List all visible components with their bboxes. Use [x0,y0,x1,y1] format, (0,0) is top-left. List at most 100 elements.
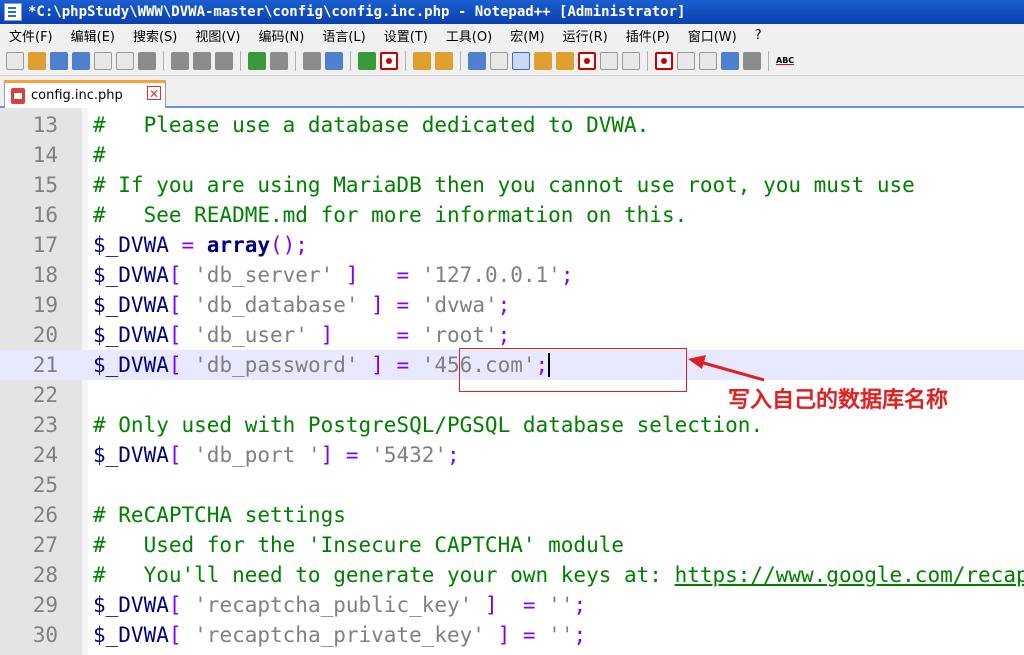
close-file-icon[interactable] [94,51,112,70]
replace-icon[interactable] [325,51,343,70]
line-number: 21 [32,353,58,377]
title-bar: *C:\phpStudy\WWW\DVWA-master\config\conf… [0,0,1024,24]
toolbar-separator [350,50,351,71]
menu-item[interactable]: 搜索(S) [124,26,186,45]
menu-item[interactable]: 设置(T) [375,26,437,45]
redo-icon[interactable] [270,51,288,70]
code-line[interactable]: 23 # Only used with PostgreSQL/PGSQL data… [0,410,1024,440]
code-token: '127.0.0.1' [421,263,561,287]
code-line[interactable]: 30 $_DVWA[ 'recaptcha_private_key' ] = ''… [0,620,1024,650]
find-icon[interactable] [303,51,321,70]
url-link[interactable]: https://www.google.com/recaptcha/admin [675,563,1024,587]
toolbar-separator [240,50,241,71]
zoom-in-icon[interactable] [358,51,376,70]
code-line[interactable]: 18 $_DVWA[ 'db_server' ] = '127.0.0.1'; [0,260,1024,290]
code-token: # Please use a database dedicated to DVW… [93,113,650,137]
menu-item[interactable]: 宏(M) [501,26,553,45]
code-token: # See README.md for more information on … [93,203,688,227]
code-token: ] = [484,623,549,647]
spell-check-icon[interactable]: ABC [776,52,794,70]
menu-item[interactable]: 编码(N) [249,26,313,45]
code-line[interactable]: 25 [0,470,1024,500]
function-list-icon[interactable] [578,51,596,70]
copy-icon[interactable] [193,51,211,70]
tab-config-inc-php[interactable]: config.inc.php ✕ [4,80,166,108]
code-token: '' [548,593,574,617]
menu-item[interactable]: 编辑(E) [62,26,124,45]
line-code: # See README.md for more information on … [93,200,687,230]
code-token: # You'll need to generate your own keys … [93,563,675,587]
close-tab-icon[interactable]: ✕ [147,86,161,101]
menu-item[interactable]: 窗口(W) [679,26,746,45]
new-file-icon[interactable] [6,51,24,70]
zoom-out-icon[interactable] [380,51,398,70]
line-code: # ReCAPTCHA settings [93,500,346,530]
run-macro-multiple-icon[interactable] [721,51,739,70]
open-file-icon[interactable] [28,51,46,70]
code-line[interactable]: 19 $_DVWA[ 'db_database' ] = 'dvwa'; [0,290,1024,320]
undo-icon[interactable] [248,51,266,70]
line-code: $_DVWA[ 'db_port '] = '5432'; [93,440,460,470]
save-icon[interactable] [50,51,68,70]
code-token: $_DVWA [93,233,169,257]
code-line[interactable]: 27 # Used for the 'Insecure CAPTCHA' modu… [0,530,1024,560]
code-line[interactable]: 16 # See README.md for more information o… [0,200,1024,230]
code-line[interactable]: 13 # Please use a database dedicated to D… [0,110,1024,140]
play-macro-icon[interactable] [699,51,717,70]
code-token: 'db_password' [194,353,359,377]
save-all-icon[interactable] [72,51,90,70]
code-line[interactable]: 17 $_DVWA = array(); [0,230,1024,260]
unsaved-file-icon [11,87,25,104]
line-number: 13 [32,113,58,137]
menu-item[interactable]: 语言(L) [313,26,374,45]
code-line[interactable]: 29 $_DVWA[ 'recaptcha_public_key' ] = ''; [0,590,1024,620]
code-line[interactable]: 28 # You'll need to generate your own key… [0,560,1024,590]
toolbar-separator [460,50,461,71]
toolbar-separator [295,50,296,71]
password-highlight-box [459,348,687,392]
code-token: 'dvwa' [421,293,498,317]
code-token: ; [447,443,460,467]
window-title: *C:\phpStudy\WWW\DVWA-master\config\conf… [28,4,686,20]
sync-vertical-icon[interactable] [413,51,431,70]
indent-guide-icon[interactable] [512,51,530,70]
menu-item[interactable]: 插件(P) [617,26,679,45]
toolbar: ABC [0,46,1024,76]
line-number: 14 [32,143,58,167]
stop-macro-icon[interactable] [677,51,695,70]
cut-icon[interactable] [171,51,189,70]
folder-workspace-icon[interactable] [600,51,618,70]
code-token: [ [168,353,195,377]
print-icon[interactable] [138,51,156,70]
show-all-characters-icon[interactable] [490,51,508,70]
line-number: 25 [32,473,58,497]
user-language-icon[interactable] [534,51,552,70]
menu-item[interactable]: 运行(R) [554,26,617,45]
record-macro-icon[interactable] [655,51,673,70]
code-token: [ [168,263,195,287]
code-token: ; [573,623,587,647]
menu-item[interactable]: 视图(V) [186,26,249,45]
code-line[interactable]: 14 # [0,140,1024,170]
code-token: 'root' [421,323,498,347]
sync-horizontal-icon[interactable] [435,51,453,70]
code-line[interactable]: 20 $_DVWA[ 'db_user' ] = 'root'; [0,320,1024,350]
code-token: $_DVWA [93,623,169,647]
close-all-icon[interactable] [116,51,134,70]
menu-item[interactable]: 工具(O) [437,26,501,45]
menu-item[interactable]: ? [746,28,771,43]
monitoring-icon[interactable] [622,51,640,70]
word-wrap-icon[interactable] [468,51,486,70]
menu-item[interactable]: 文件(F) [0,26,62,45]
save-macro-icon[interactable] [743,51,761,70]
line-code: $_DVWA[ 'db_database' ] = 'dvwa'; [93,290,510,320]
code-line[interactable]: 15 # If you are using MariaDB then you ca… [0,170,1024,200]
paste-icon[interactable] [215,51,233,70]
code-token: ] = [307,323,422,347]
code-line[interactable]: 24 $_DVWA[ 'db_port '] = '5432'; [0,440,1024,470]
document-map-icon[interactable] [556,51,574,70]
code-token: [ [168,593,195,617]
code-token: ; [497,323,511,347]
code-token: 'db_port ' [194,443,321,467]
code-line[interactable]: 26 # ReCAPTCHA settings [0,500,1024,530]
